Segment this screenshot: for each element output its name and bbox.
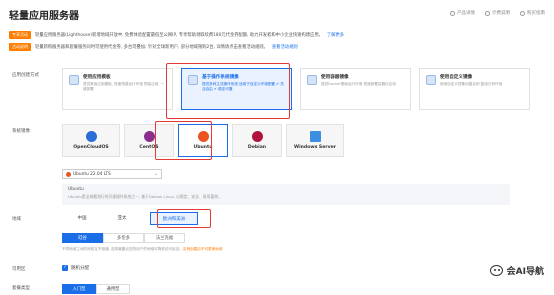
tab-package-general[interactable]: 通用型: [96, 284, 130, 294]
highlight-box: [157, 209, 211, 228]
watermark-text: 会AI导航: [506, 267, 544, 277]
notice-link[interactable]: 查看活动规则: [272, 44, 298, 50]
top-link-guide[interactable]: 购买指南: [520, 10, 545, 16]
os-debian[interactable]: Debian: [232, 124, 282, 157]
tab-region-china[interactable]: 中国: [62, 212, 102, 225]
create-way-custom-image[interactable]: 使用自定义镜像 使用自定义镜像创建实例 复用已有环境: [419, 68, 530, 110]
watermark: 会AI导航: [489, 264, 544, 277]
os-info-box: Ubuntu Ubuntu是全球最流行的开源操作系统之一, 基于Debian L…: [62, 184, 510, 205]
tab-region-apac[interactable]: 亚太: [102, 212, 142, 225]
package-tabs: 入门型 通用型: [62, 284, 130, 294]
highlight-box: [155, 121, 212, 160]
zone-random-row[interactable]: ✓ 随机分配: [62, 265, 89, 271]
label-create-way: 应用创建方式: [12, 73, 39, 78]
windows-logo-icon: [309, 131, 321, 142]
os-label: OpenCloudOS: [73, 145, 109, 150]
create-way-desc: 提供Docker基础运行环境 快速部署容器化应用: [321, 82, 396, 86]
label-os: 系统镜像: [12, 129, 30, 134]
region-option-toronto[interactable]: 多伦多: [103, 233, 144, 243]
notice-tag: 活动说明: [9, 43, 31, 51]
top-link-product-detail[interactable]: 产品详情: [450, 10, 475, 16]
create-way-title: 使用容器镜像: [321, 75, 349, 80]
notice-text: 轻量新购服务器和套餐服务同时可使用代金券, 多台可叠加; 针对全球新用户, 部分…: [35, 45, 268, 50]
region-option-frankfurt[interactable]: 法兰克福: [144, 233, 185, 243]
region-note: 不同地域之间的网络互不相通, 选择最靠近您的用户的地域可降低访问延迟。实例创建后…: [62, 247, 223, 251]
ubuntu-logo-icon: [66, 172, 71, 177]
debian-logo-icon: [251, 131, 263, 142]
highlight-box: [166, 63, 290, 119]
checkbox-checked-icon[interactable]: ✓: [62, 265, 68, 271]
os-windows-server[interactable]: Windows Server: [286, 124, 344, 157]
opencloudos-logo-icon: [85, 131, 97, 142]
create-way-options: 使用应用模板 提供常用应用模板, 快速搭建运行环境 预装应用, 一键部署 基于操…: [62, 68, 530, 110]
notice-text: 轻量应用服务器(Lighthouse)新增地域开放中, 免费体验配置最低至公网I…: [35, 33, 323, 38]
info-icon: [450, 10, 455, 16]
os-label: Debian: [247, 145, 267, 150]
notice-row: 专享活动 轻量应用服务器(Lighthouse)新增地域开放中, 免费体验配置最…: [9, 31, 344, 39]
top-links: 产品详情 计费说明 购买指南: [450, 10, 545, 16]
create-way-container[interactable]: 使用容器镜像 提供Docker基础运行环境 快速部署容器化应用: [300, 68, 411, 110]
notice-row: 活动说明 轻量新购服务器和套餐服务同时可使用代金券, 多台可叠加; 针对全球新用…: [9, 43, 298, 51]
os-info-head: Ubuntu: [68, 187, 84, 192]
page-title: 轻量应用服务器: [9, 11, 79, 22]
template-icon: [69, 75, 79, 85]
zone-options: 硅谷 多伦多 法兰克福: [62, 233, 185, 243]
container-icon: [307, 75, 317, 85]
os-version-value: Ubuntu 22.04 LTS: [73, 172, 111, 177]
create-way-desc: 使用自定义镜像创建实例 复用已有环境: [440, 82, 503, 86]
top-link-billing[interactable]: 计费说明: [485, 10, 510, 16]
info-icon: [485, 10, 490, 16]
custom-image-icon: [426, 75, 436, 85]
create-way-desc: 提供常用应用模板, 快速搭建运行环境 预装应用, 一键部署: [83, 82, 165, 91]
create-way-title: 使用应用模板: [83, 75, 111, 80]
wechat-icon: [489, 265, 503, 276]
label-package: 套餐类型: [12, 286, 30, 291]
os-version-select[interactable]: Ubuntu 22.04 LTS ⌄: [62, 169, 162, 179]
label-zone: 可用区: [12, 267, 26, 272]
tab-package-starter[interactable]: 入门型: [62, 284, 96, 294]
os-label: Windows Server: [294, 145, 336, 150]
notice-link[interactable]: 了解更多: [327, 32, 344, 38]
create-way-template[interactable]: 使用应用模板 提供常用应用模板, 快速搭建运行环境 预装应用, 一键部署: [62, 68, 173, 110]
label-region: 地域: [12, 217, 21, 222]
os-info-body: Ubuntu是全球最流行的开源操作系统之一, 基于Debian Linux, 以…: [68, 194, 222, 199]
region-option-silicon-valley[interactable]: 硅谷: [62, 233, 103, 243]
zone-random-label: 随机分配: [71, 266, 89, 271]
centos-logo-icon: [143, 131, 155, 142]
notice-tag: 专享活动: [9, 31, 31, 39]
info-icon: [520, 10, 525, 16]
os-opencloudos[interactable]: OpenCloudOS: [62, 124, 120, 157]
chevron-down-icon: ⌄: [153, 171, 158, 177]
create-way-title: 使用自定义镜像: [440, 75, 473, 80]
